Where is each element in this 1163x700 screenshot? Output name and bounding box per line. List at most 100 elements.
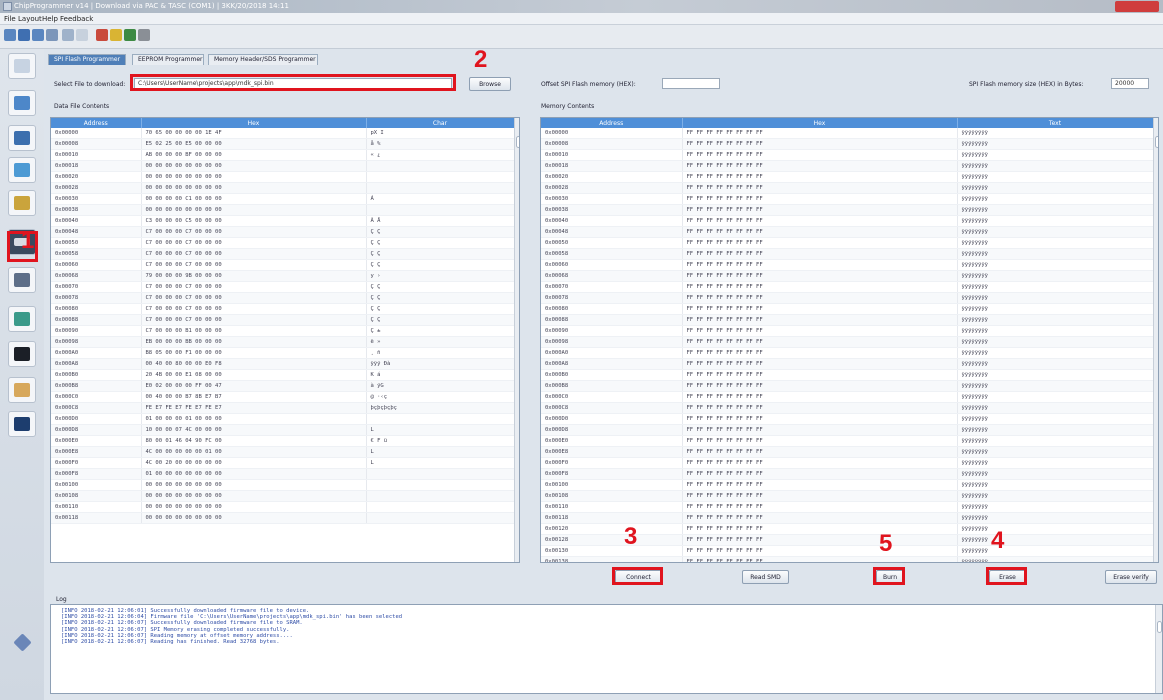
table-row[interactable]: 0x00090 FF FF FF FF FF FF FF FF ÿÿÿÿÿÿÿÿ — [541, 325, 1154, 337]
table-row[interactable]: 0x000C0 FF FF FF FF FF FF FF FF ÿÿÿÿÿÿÿÿ — [541, 391, 1154, 403]
table-row[interactable]: 0x00038 FF FF FF FF FF FF FF FF ÿÿÿÿÿÿÿÿ — [541, 204, 1154, 216]
menu-file[interactable]: File — [4, 15, 16, 23]
table-row[interactable]: 0x00108 00 00 00 00 00 00 00 00 — [51, 490, 515, 502]
table-row[interactable]: 0x000F0 FF FF FF FF FF FF FF FF ÿÿÿÿÿÿÿÿ — [541, 457, 1154, 469]
table-row[interactable]: 0x00088 C7 00 00 00 C7 00 00 00 Ç Ç — [51, 314, 515, 326]
browse-button[interactable]: Browse — [469, 77, 511, 91]
sidebar-item-map[interactable] — [8, 306, 36, 332]
table-row[interactable]: 0x000C0 00 40 00 00 B7 8B E7 B7 @ ·‹ç — [51, 391, 515, 403]
sidebar-item-chip[interactable] — [8, 125, 36, 151]
col-hex[interactable]: Hex — [141, 118, 367, 128]
table-row[interactable]: 0x00058 C7 00 00 00 C7 00 00 00 Ç Ç — [51, 248, 515, 260]
save-all-icon[interactable] — [32, 29, 44, 41]
table-row[interactable]: 0x00028 FF FF FF FF FF FF FF FF ÿÿÿÿÿÿÿÿ — [541, 182, 1154, 194]
table-row[interactable]: 0x00048 FF FF FF FF FF FF FF FF ÿÿÿÿÿÿÿÿ — [541, 226, 1154, 238]
scroll-thumb[interactable] — [516, 136, 519, 148]
table-row[interactable]: 0x00060 C7 00 00 00 C7 00 00 00 Ç Ç — [51, 259, 515, 271]
camera-icon[interactable] — [138, 29, 150, 41]
table-row[interactable]: 0x00138 FF FF FF FF FF FF FF FF ÿÿÿÿÿÿÿÿ — [541, 556, 1154, 562]
table-row[interactable]: 0x000A8 00 40 00 80 00 00 E0 F8 ÿÿÿ Ðà — [51, 358, 515, 370]
col-address[interactable]: Address — [51, 118, 142, 128]
cut-icon[interactable] — [62, 29, 74, 41]
offset-input[interactable] — [662, 78, 720, 89]
sidebar-item-home[interactable] — [8, 53, 36, 79]
table-row[interactable]: 0x00038 00 00 00 00 00 00 00 00 — [51, 204, 515, 216]
table-row[interactable]: 0x000D0 FF FF FF FF FF FF FF FF ÿÿÿÿÿÿÿÿ — [541, 413, 1154, 425]
table-row[interactable]: 0x00028 00 00 00 00 00 00 00 00 — [51, 182, 515, 194]
run-icon[interactable] — [110, 29, 122, 41]
log-scrollbar[interactable] — [1155, 605, 1162, 693]
tab-memory-header[interactable]: Memory Header/SDS Programmer — [208, 54, 318, 65]
table-row[interactable]: 0x00118 00 00 00 00 00 00 00 00 — [51, 512, 515, 524]
table-row[interactable]: 0x00058 FF FF FF FF FF FF FF FF ÿÿÿÿÿÿÿÿ — [541, 248, 1154, 260]
stop-icon[interactable] — [96, 29, 108, 41]
table-row[interactable]: 0x000A8 FF FF FF FF FF FF FF FF ÿÿÿÿÿÿÿÿ — [541, 358, 1154, 370]
table-row[interactable]: 0x00000 70 65 00 00 00 00 1E 4F pX I — [51, 128, 515, 139]
table-row[interactable]: 0x00110 FF FF FF FF FF FF FF FF ÿÿÿÿÿÿÿÿ — [541, 501, 1154, 513]
copy-icon[interactable] — [76, 29, 88, 41]
table-row[interactable]: 0x000A0 B8 05 00 00 F1 00 00 00 ¸ ñ — [51, 347, 515, 359]
table-row[interactable]: 0x00040 C3 00 00 00 C5 00 00 00 Ã Å — [51, 215, 515, 227]
table-row[interactable]: 0x000D8 10 00 00 07 4C 00 00 00 L — [51, 424, 515, 436]
table-row[interactable]: 0x00018 00 00 00 00 00 00 00 00 — [51, 160, 515, 172]
table-row[interactable]: 0x000F0 4C 00 20 00 00 00 00 00 L — [51, 457, 515, 469]
sidebar-item-download[interactable] — [8, 157, 36, 183]
table-row[interactable]: 0x000D0 01 00 00 00 01 00 00 00 — [51, 413, 515, 425]
sidebar-item-waveform[interactable] — [8, 411, 36, 437]
table-row[interactable]: 0x000B0 20 4B 00 00 E1 08 00 00 K á — [51, 369, 515, 381]
print-icon[interactable] — [46, 29, 58, 41]
table-row[interactable]: 0x00030 00 00 00 00 C1 00 00 00 Á — [51, 193, 515, 205]
col-char[interactable]: Char — [366, 118, 515, 128]
sidebar-item-edit[interactable] — [8, 190, 36, 216]
table-row[interactable]: 0x00108 FF FF FF FF FF FF FF FF ÿÿÿÿÿÿÿÿ — [541, 490, 1154, 502]
sidebar-item-memory[interactable] — [8, 267, 36, 293]
table-row[interactable]: 0x00008 FF FF FF FF FF FF FF FF ÿÿÿÿÿÿÿÿ — [541, 138, 1154, 150]
sidebar-item-search[interactable] — [8, 377, 36, 403]
table-row[interactable]: 0x000A0 FF FF FF FF FF FF FF FF ÿÿÿÿÿÿÿÿ — [541, 347, 1154, 359]
table-row[interactable]: 0x000C8 FF FF FF FF FF FF FF FF ÿÿÿÿÿÿÿÿ — [541, 402, 1154, 414]
table-row[interactable]: 0x00088 FF FF FF FF FF FF FF FF ÿÿÿÿÿÿÿÿ — [541, 314, 1154, 326]
table-row[interactable]: 0x00100 00 00 00 00 00 00 00 00 — [51, 479, 515, 491]
sidebar-item-brand[interactable] — [8, 629, 36, 655]
table-row[interactable]: 0x00048 C7 00 00 00 C7 00 00 00 Ç Ç — [51, 226, 515, 238]
table-row[interactable]: 0x00070 C7 00 00 00 C7 00 00 00 Ç Ç — [51, 281, 515, 293]
table-row[interactable]: 0x00020 FF FF FF FF FF FF FF FF ÿÿÿÿÿÿÿÿ — [541, 171, 1154, 183]
sidebar-item-tools[interactable] — [8, 90, 36, 116]
flash-size-input[interactable]: 20000 — [1111, 78, 1149, 89]
new-icon[interactable] — [4, 29, 16, 41]
data-file-scrollbar[interactable] — [514, 118, 519, 562]
erase-verify-button[interactable]: Erase verify — [1105, 570, 1157, 584]
menu-feedback[interactable]: Feedback — [60, 15, 93, 23]
table-row[interactable]: 0x00080 FF FF FF FF FF FF FF FF ÿÿÿÿÿÿÿÿ — [541, 303, 1154, 315]
close-window-button[interactable] — [1115, 1, 1159, 12]
read-button[interactable]: Read SMD — [742, 570, 789, 584]
menu-help[interactable]: Help — [42, 15, 58, 23]
table-row[interactable]: 0x00068 79 00 00 00 9B 00 00 00 y › — [51, 270, 515, 282]
col-mem-text[interactable]: Text — [957, 118, 1154, 128]
save-icon[interactable] — [18, 29, 30, 41]
table-row[interactable]: 0x000F8 FF FF FF FF FF FF FF FF ÿÿÿÿÿÿÿÿ — [541, 468, 1154, 480]
col-mem-address[interactable]: Address — [541, 118, 683, 128]
sidebar-item-terminal[interactable] — [8, 341, 36, 367]
table-row[interactable]: 0x000B8 E0 02 00 00 00 FF 00 47 à ÿG — [51, 380, 515, 392]
table-row[interactable]: 0x00018 FF FF FF FF FF FF FF FF ÿÿÿÿÿÿÿÿ — [541, 160, 1154, 172]
table-row[interactable]: 0x00078 C7 00 00 00 C7 00 00 00 Ç Ç — [51, 292, 515, 304]
table-row[interactable]: 0x000C8 FE E7 FE E7 FE E7 FE E7 þçþçþçþç — [51, 402, 515, 414]
table-row[interactable]: 0x00010 FF FF FF FF FF FF FF FF ÿÿÿÿÿÿÿÿ — [541, 149, 1154, 161]
table-row[interactable]: 0x00090 C7 00 00 00 B1 00 00 00 Ç ± — [51, 325, 515, 337]
table-row[interactable]: 0x000E0 80 00 01 46 04 90 FC 00 € F ü — [51, 435, 515, 447]
table-row[interactable]: 0x000E8 4C 00 00 00 00 00 01 00 L — [51, 446, 515, 458]
table-row[interactable]: 0x00078 FF FF FF FF FF FF FF FF ÿÿÿÿÿÿÿÿ — [541, 292, 1154, 304]
memory-scroll-thumb[interactable] — [1155, 136, 1158, 148]
table-row[interactable]: 0x000E0 FF FF FF FF FF FF FF FF ÿÿÿÿÿÿÿÿ — [541, 435, 1154, 447]
table-row[interactable]: 0x00040 FF FF FF FF FF FF FF FF ÿÿÿÿÿÿÿÿ — [541, 215, 1154, 227]
table-row[interactable]: 0x00050 C7 00 00 00 C7 00 00 00 Ç Ç — [51, 237, 515, 249]
menu-layout[interactable]: Layout — [18, 15, 42, 23]
table-row[interactable]: 0x000F8 01 00 00 00 00 00 00 00 — [51, 468, 515, 480]
table-row[interactable]: 0x00118 FF FF FF FF FF FF FF FF ÿÿÿÿÿÿÿÿ — [541, 512, 1154, 524]
table-row[interactable]: 0x000E8 FF FF FF FF FF FF FF FF ÿÿÿÿÿÿÿÿ — [541, 446, 1154, 458]
tab-eeprom[interactable]: EEPROM Programmer — [132, 54, 204, 65]
col-mem-hex[interactable]: Hex — [682, 118, 958, 128]
table-row[interactable]: 0x00110 00 00 00 00 00 00 00 00 — [51, 501, 515, 513]
table-row[interactable]: 0x00050 FF FF FF FF FF FF FF FF ÿÿÿÿÿÿÿÿ — [541, 237, 1154, 249]
